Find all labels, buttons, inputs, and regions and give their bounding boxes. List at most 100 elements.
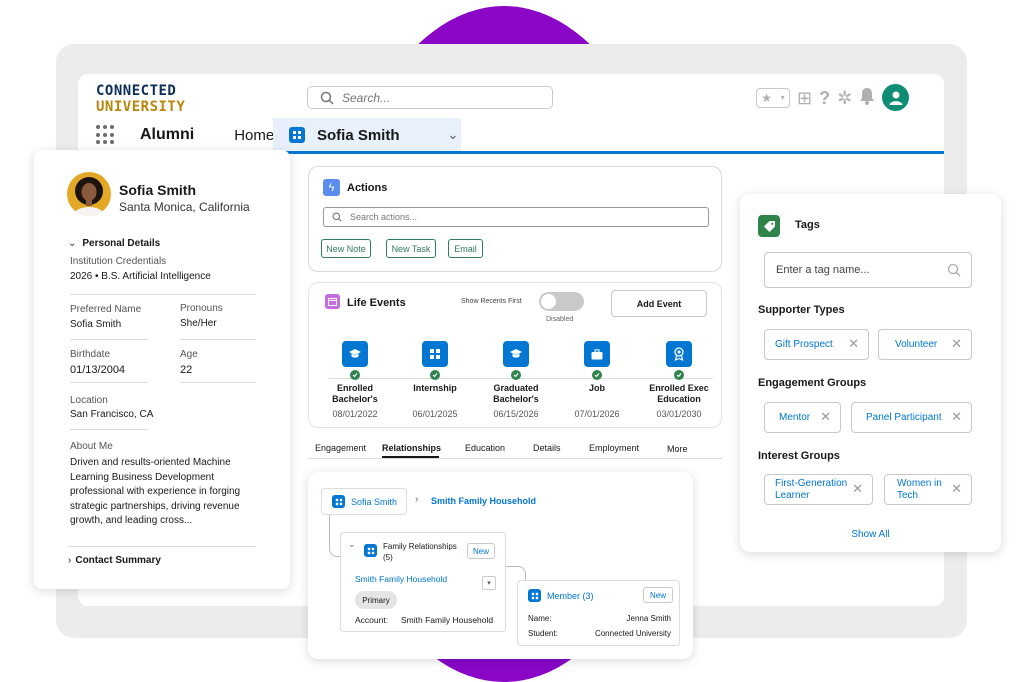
- close-icon[interactable]: ✕: [951, 482, 962, 495]
- root-contact-pill[interactable]: Sofia Smith: [321, 488, 407, 515]
- university-logo[interactable]: CONNECTED UNIVERSITY: [96, 83, 185, 115]
- row-actions-dropdown[interactable]: ▾: [482, 576, 496, 590]
- divider: [180, 339, 256, 340]
- profile-card: Sofia Smith Santa Monica, California ⌄ Pe…: [34, 150, 290, 589]
- life-event-name: Enrolled Bachelor's: [332, 383, 378, 404]
- building-icon: [422, 341, 448, 367]
- header-utility-icons: ★ ▾ ⊞ ? ✲: [756, 84, 910, 111]
- tab-details[interactable]: Details: [533, 443, 561, 453]
- institution-credentials-label: Institution Credentials: [70, 256, 167, 267]
- chevron-right-icon: ›: [68, 555, 72, 566]
- preferred-name-value: Sofia Smith: [70, 319, 122, 330]
- life-event-date: 03/01/2030: [656, 409, 702, 419]
- tags-card: Tags Enter a tag name... Supporter Types…: [740, 194, 1001, 552]
- new-note-button[interactable]: New Note: [321, 239, 371, 258]
- tag-pill[interactable]: Women in Tech ✕: [884, 474, 972, 505]
- tag-pill[interactable]: Panel Participant ✕: [851, 402, 972, 433]
- chevron-down-icon: ⌄: [673, 444, 681, 454]
- age-value: 22: [180, 364, 193, 376]
- close-icon[interactable]: ✕: [951, 337, 962, 350]
- about-me-value: Driven and results-oriented Machine Lear…: [70, 457, 241, 526]
- tag-pill-label: Volunteer: [895, 338, 938, 350]
- member-title[interactable]: Member (3): [547, 591, 594, 601]
- profile-photo: [67, 172, 111, 216]
- life-event-name: Internship: [413, 383, 457, 393]
- pronouns-value: She/Her: [180, 318, 217, 329]
- email-button[interactable]: Email: [448, 239, 483, 258]
- life-event-item[interactable]: Job 07/01/2026: [557, 341, 637, 419]
- life-event-name: Graduated Bachelor's: [493, 383, 539, 404]
- institution-credentials-value: 2026 • B.S. Artificial Intelligence: [70, 271, 211, 282]
- pronouns-label: Pronouns: [180, 303, 223, 314]
- tab-engagement[interactable]: Engagement: [315, 443, 366, 453]
- chevron-down-icon[interactable]: ⌄: [448, 127, 459, 143]
- close-icon[interactable]: ✕: [820, 410, 831, 423]
- search-icon: [947, 263, 961, 277]
- tag-pill-label: Panel Participant: [866, 411, 942, 423]
- life-event-item[interactable]: Graduated Bachelor's 06/15/2026: [476, 341, 556, 419]
- interest-groups-title: Interest Groups: [758, 450, 840, 462]
- divider: [68, 546, 256, 547]
- close-icon[interactable]: ✕: [951, 410, 962, 423]
- app-name: Alumni: [140, 126, 195, 143]
- contact-summary-toggle[interactable]: › Contact Summary: [68, 555, 161, 566]
- tab-relationships[interactable]: Relationships: [382, 443, 441, 453]
- contact-record-icon: [289, 127, 305, 143]
- tab-employment[interactable]: Employment: [589, 443, 639, 453]
- help-icon[interactable]: ?: [819, 88, 830, 108]
- setup-gear-icon[interactable]: ✲: [837, 88, 852, 108]
- member-student-value: Connected University: [594, 629, 671, 638]
- new-family-relationship-button[interactable]: New: [467, 543, 495, 559]
- life-event-item[interactable]: Enrolled Exec Education 03/01/2030: [639, 341, 719, 419]
- tag-pill[interactable]: First-Generation Learner ✕: [764, 474, 873, 505]
- close-icon[interactable]: ✕: [848, 337, 859, 350]
- personal-details-toggle[interactable]: ⌄ Personal Details: [68, 238, 160, 249]
- tag-pill-label: Mentor: [779, 411, 811, 423]
- actions-search[interactable]: Search actions...: [323, 207, 709, 227]
- household-breadcrumb-link[interactable]: Smith Family Household: [431, 496, 536, 506]
- life-events-card: Life Events Show Recents First Disabled …: [308, 282, 722, 428]
- actions-title: Actions: [347, 182, 388, 194]
- tab-education[interactable]: Education: [465, 443, 505, 453]
- global-search[interactable]: [307, 86, 553, 109]
- app-launcher-icon[interactable]: [96, 125, 116, 145]
- contact-summary-title: Contact Summary: [75, 555, 161, 566]
- about-me-label: About Me: [70, 441, 113, 452]
- graduation-cap-icon: [503, 341, 529, 367]
- global-search-input[interactable]: [342, 90, 542, 105]
- checkmark-icon: [511, 370, 521, 380]
- life-event-name: Job: [588, 383, 605, 393]
- lightning-icon: ϟ: [323, 179, 340, 196]
- account-value: Smith Family Household: [401, 615, 494, 625]
- show-all-link[interactable]: Show All: [740, 529, 1001, 540]
- add-icon[interactable]: ⊞: [797, 88, 812, 108]
- favorites-button[interactable]: ★ ▾: [756, 87, 790, 108]
- supporter-types-title: Supporter Types: [758, 304, 845, 316]
- logo-line-2: UNIVERSITY: [96, 99, 186, 115]
- engagement-groups-title: Engagement Groups: [758, 377, 867, 389]
- briefcase-icon: [584, 341, 610, 367]
- household-name-link[interactable]: Smith Family Household: [355, 574, 447, 584]
- member-name-value: Jenna Smith: [626, 614, 671, 623]
- life-events-title: Life Events: [347, 297, 406, 309]
- new-member-button[interactable]: New: [643, 587, 673, 603]
- checkmark-icon: [674, 370, 684, 380]
- life-event-item[interactable]: Internship 06/01/2025: [395, 341, 475, 419]
- life-event-date: 06/01/2025: [412, 409, 458, 419]
- tag-input[interactable]: Enter a tag name...: [764, 252, 972, 288]
- close-icon[interactable]: ✕: [852, 482, 863, 495]
- chevron-right-icon: ›: [415, 494, 419, 505]
- show-recents-toggle[interactable]: [539, 292, 584, 311]
- notification-bell-icon[interactable]: [859, 87, 875, 109]
- new-task-button[interactable]: New Task: [386, 239, 436, 258]
- life-event-item[interactable]: Enrolled Bachelor's 08/01/2022: [315, 341, 395, 419]
- add-event-button[interactable]: Add Event: [611, 290, 707, 317]
- chevron-down-icon[interactable]: ⌄: [348, 539, 356, 550]
- divider: [70, 339, 148, 340]
- tag-pill[interactable]: Gift Prospect ✕: [764, 329, 869, 360]
- tag-pill[interactable]: Mentor ✕: [764, 402, 841, 433]
- nav-home[interactable]: Home: [234, 127, 274, 144]
- tag-pill[interactable]: Volunteer ✕: [878, 329, 972, 360]
- tab-record-sofia-smith[interactable]: Sofia Smith ⌄: [273, 118, 461, 152]
- user-avatar[interactable]: [882, 84, 910, 111]
